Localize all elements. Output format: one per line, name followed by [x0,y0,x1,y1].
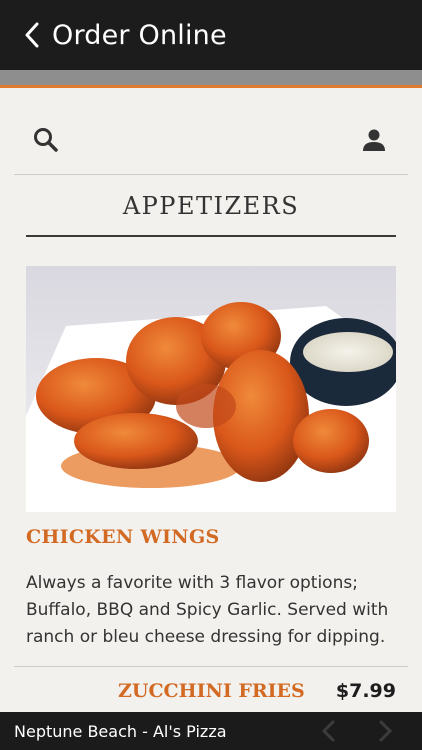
next-item-name[interactable]: ZUCCHINI FRIES [118,680,305,702]
chevron-left-icon [321,720,335,742]
item-name[interactable]: CHICKEN WINGS [26,526,220,548]
section-divider [26,235,396,237]
app-header: Order Online [0,0,422,70]
search-button[interactable] [32,126,60,154]
user-icon [363,129,385,151]
account-button[interactable] [360,126,388,154]
header-band [0,70,422,85]
chicken-wings-image[interactable] [26,266,396,512]
location-footer: Neptune Beach - Al's Pizza [0,712,422,750]
chevron-left-icon [25,22,39,48]
item-description: Always a favorite with 3 flavor options;… [26,573,389,647]
search-icon [34,128,58,152]
chicken-wings-photo [26,266,396,512]
chevron-right-icon [379,720,393,742]
item-divider [14,666,408,667]
location-label: Neptune Beach - Al's Pizza [14,721,227,741]
previous-button[interactable] [316,718,342,744]
next-button[interactable] [372,718,398,744]
next-item-price: $7.99 [335,680,396,702]
back-button[interactable] [12,0,52,70]
toolbar-divider [14,174,408,175]
section-title: APPETIZERS [122,192,300,220]
toolbar [14,110,408,170]
menu-content: APPETIZERS CHICKEN WINGS Always a favori… [0,88,422,712]
page-title: Order Online [52,19,227,51]
